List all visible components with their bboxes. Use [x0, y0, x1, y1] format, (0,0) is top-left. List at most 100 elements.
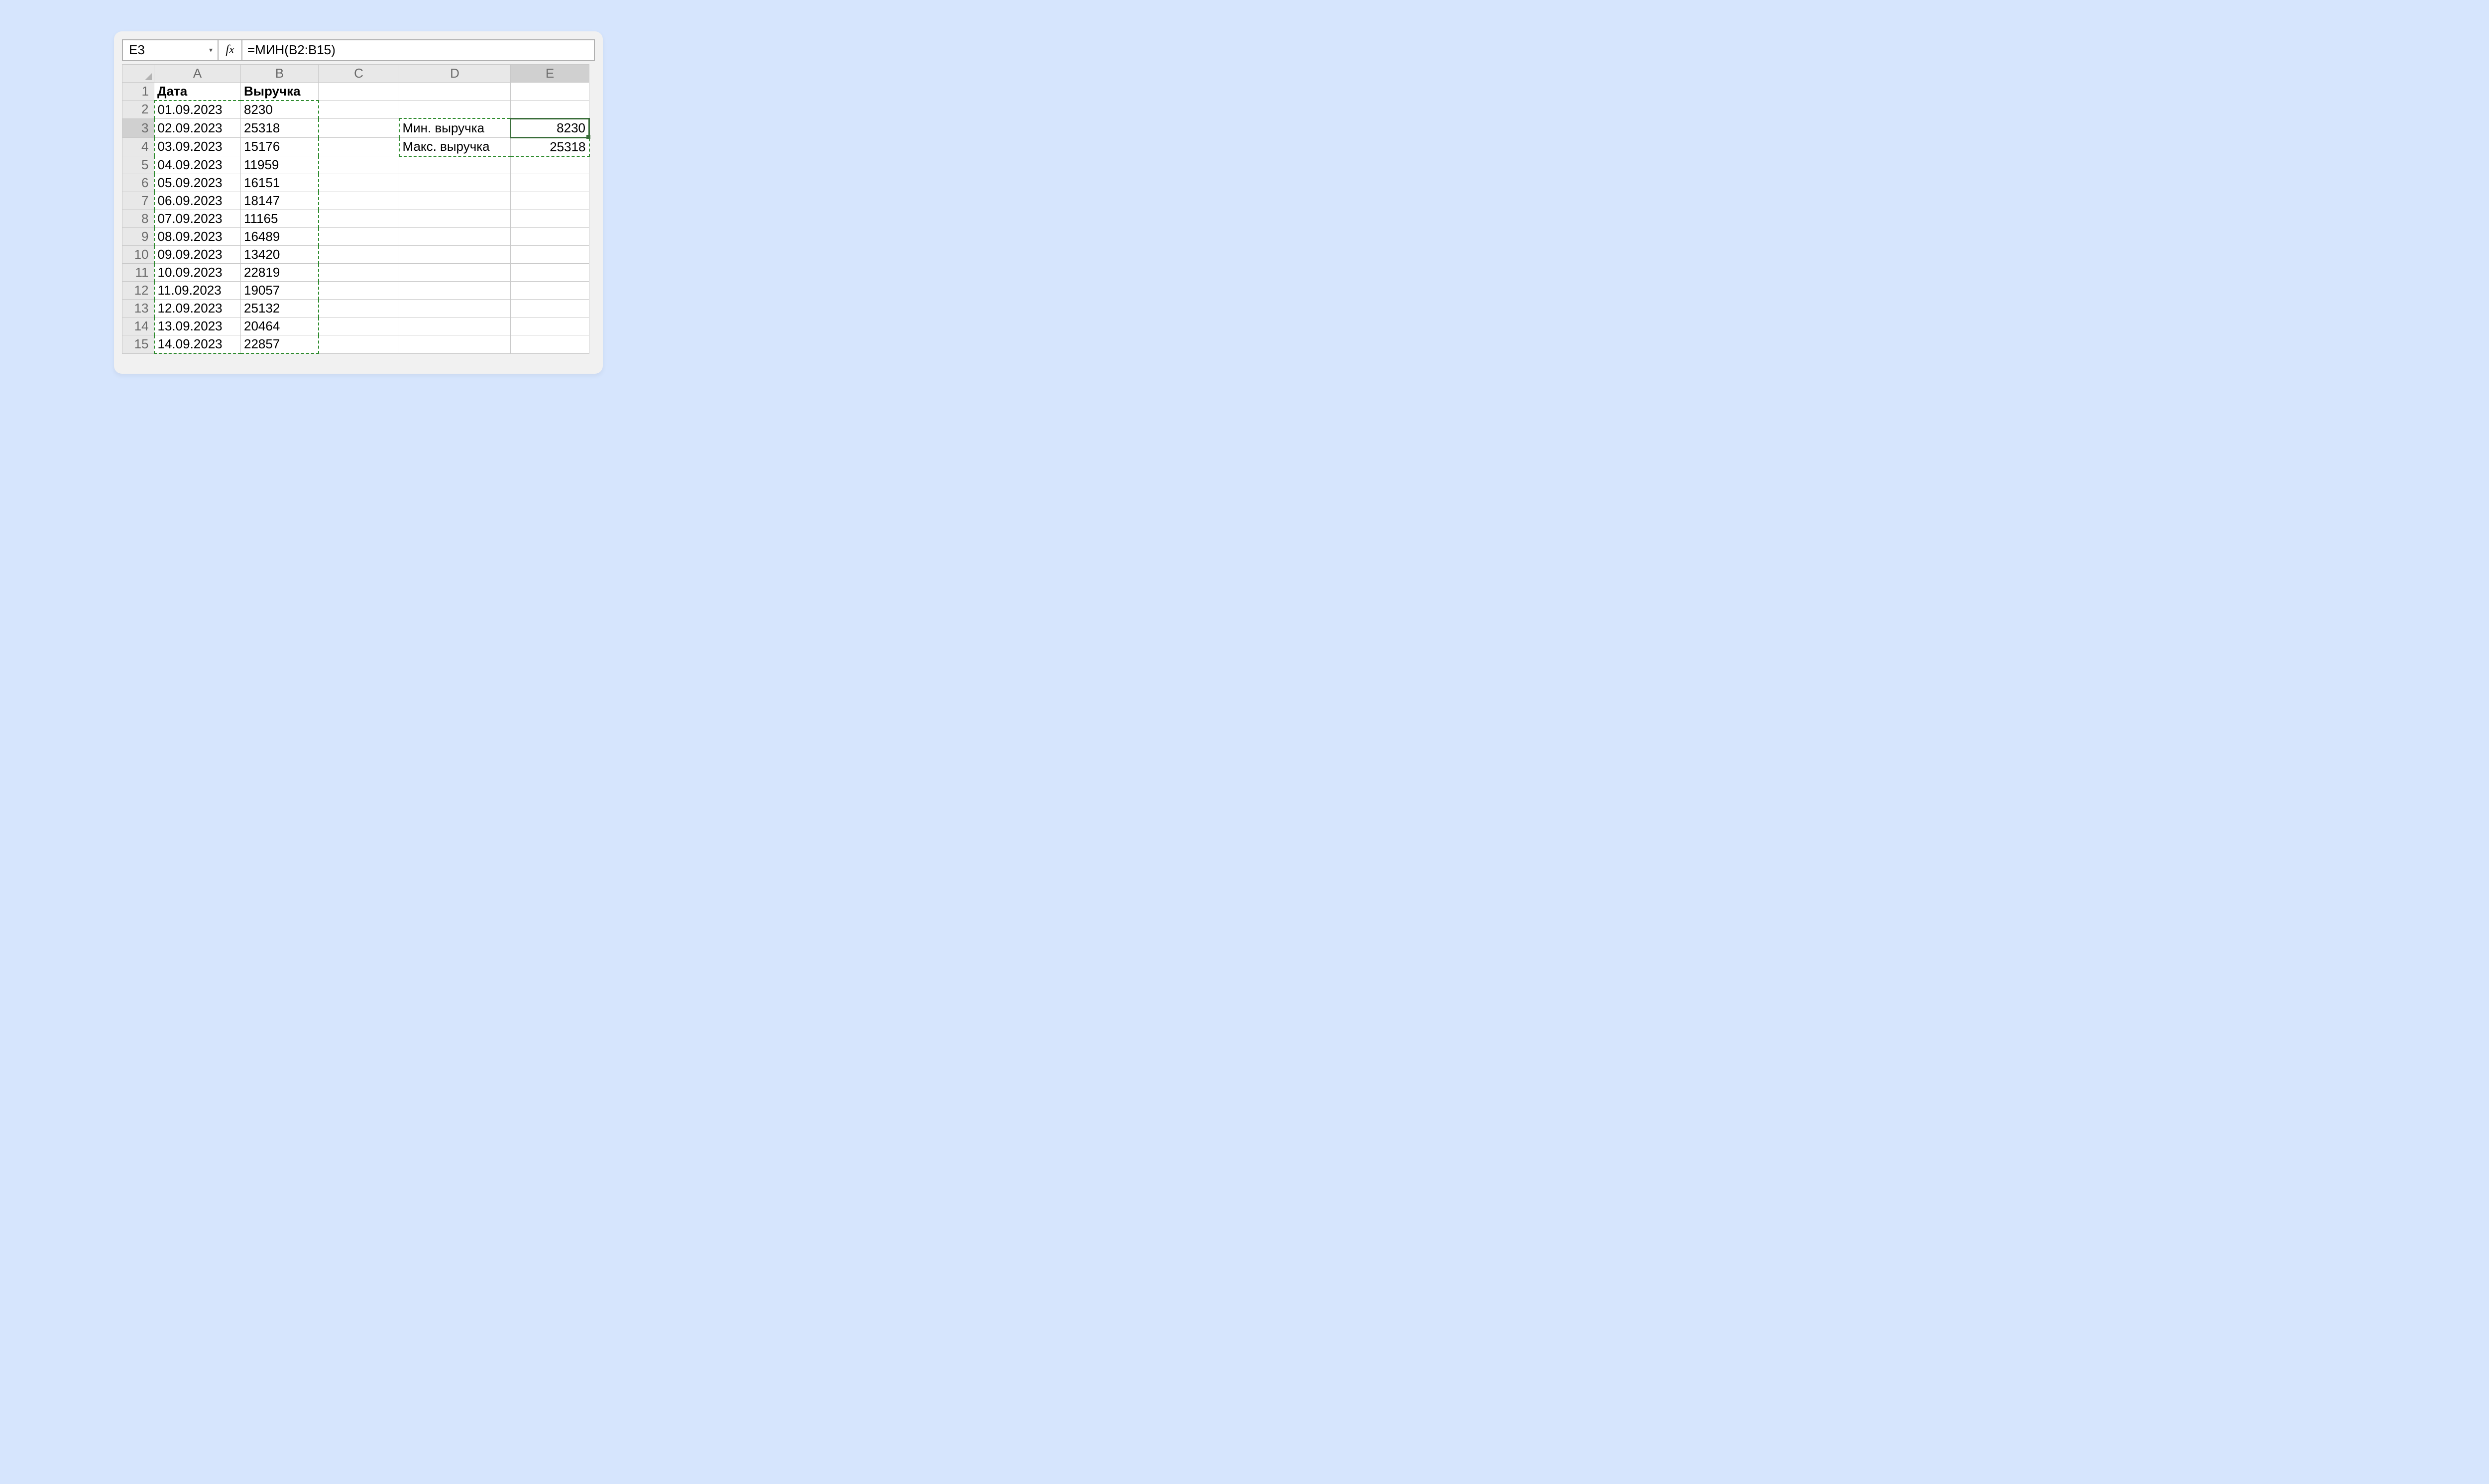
cell-E15[interactable]: [511, 335, 589, 354]
cell-C15[interactable]: [319, 335, 399, 354]
cell-A3[interactable]: 02.09.2023: [154, 118, 241, 137]
cell-A6[interactable]: 05.09.2023: [154, 174, 241, 192]
row-header-7[interactable]: 7: [122, 192, 154, 210]
cell-B12[interactable]: 19057: [241, 282, 319, 300]
fx-icon[interactable]: fx: [219, 40, 242, 60]
cell-E8[interactable]: [511, 210, 589, 228]
cell-B15[interactable]: 22857: [241, 335, 319, 354]
cell-B7[interactable]: 18147: [241, 192, 319, 210]
col-header-B[interactable]: B: [241, 64, 319, 82]
row-header-14[interactable]: 14: [122, 318, 154, 335]
cell-D15[interactable]: [399, 335, 511, 354]
row-header-11[interactable]: 11: [122, 264, 154, 282]
cell-C9[interactable]: [319, 228, 399, 246]
row-header-3[interactable]: 3: [122, 118, 154, 137]
col-header-D[interactable]: D: [399, 64, 511, 82]
cell-C3[interactable]: [319, 118, 399, 137]
cell-B11[interactable]: 22819: [241, 264, 319, 282]
cell-B3[interactable]: 25318: [241, 118, 319, 137]
cell-A2[interactable]: 01.09.2023: [154, 101, 241, 119]
cell-D5[interactable]: [399, 156, 511, 174]
row-header-1[interactable]: 1: [122, 82, 154, 101]
cell-C2[interactable]: [319, 101, 399, 119]
row-header-4[interactable]: 4: [122, 137, 154, 156]
row-header-15[interactable]: 15: [122, 335, 154, 354]
cell-E14[interactable]: [511, 318, 589, 335]
cell-B14[interactable]: 20464: [241, 318, 319, 335]
cell-A8[interactable]: 07.09.2023: [154, 210, 241, 228]
cell-A9[interactable]: 08.09.2023: [154, 228, 241, 246]
cell-B9[interactable]: 16489: [241, 228, 319, 246]
cell-E1[interactable]: [511, 82, 589, 101]
cell-C11[interactable]: [319, 264, 399, 282]
cell-A5[interactable]: 04.09.2023: [154, 156, 241, 174]
cell-A4[interactable]: 03.09.2023: [154, 137, 241, 156]
cell-E3[interactable]: 8230: [511, 118, 589, 137]
cell-C7[interactable]: [319, 192, 399, 210]
cell-D6[interactable]: [399, 174, 511, 192]
cell-A7[interactable]: 06.09.2023: [154, 192, 241, 210]
row-header-12[interactable]: 12: [122, 282, 154, 300]
row-header-8[interactable]: 8: [122, 210, 154, 228]
cell-D11[interactable]: [399, 264, 511, 282]
row-header-10[interactable]: 10: [122, 246, 154, 264]
cell-E7[interactable]: [511, 192, 589, 210]
cell-C14[interactable]: [319, 318, 399, 335]
cell-B2[interactable]: 8230: [241, 101, 319, 119]
cell-C5[interactable]: [319, 156, 399, 174]
cell-B5[interactable]: 11959: [241, 156, 319, 174]
cell-A15[interactable]: 14.09.2023: [154, 335, 241, 354]
cell-A11[interactable]: 10.09.2023: [154, 264, 241, 282]
cell-C6[interactable]: [319, 174, 399, 192]
cell-D7[interactable]: [399, 192, 511, 210]
cell-D9[interactable]: [399, 228, 511, 246]
chevron-down-icon[interactable]: ▾: [209, 46, 213, 54]
cell-D3[interactable]: Мин. выручка: [399, 118, 511, 137]
cell-D12[interactable]: [399, 282, 511, 300]
cell-A1[interactable]: Дата: [154, 82, 241, 101]
cell-D8[interactable]: [399, 210, 511, 228]
cell-D10[interactable]: [399, 246, 511, 264]
cell-D4[interactable]: Макс. выручка: [399, 137, 511, 156]
row-header-5[interactable]: 5: [122, 156, 154, 174]
cell-E11[interactable]: [511, 264, 589, 282]
name-box[interactable]: E3 ▾: [123, 40, 219, 60]
col-header-A[interactable]: A: [154, 64, 241, 82]
row-header-13[interactable]: 13: [122, 300, 154, 318]
row-header-2[interactable]: 2: [122, 101, 154, 119]
cell-B1[interactable]: Выручка: [241, 82, 319, 101]
cell-B10[interactable]: 13420: [241, 246, 319, 264]
cell-B4[interactable]: 15176: [241, 137, 319, 156]
cell-E9[interactable]: [511, 228, 589, 246]
cell-E2[interactable]: [511, 101, 589, 119]
col-header-E[interactable]: E: [511, 64, 589, 82]
cell-E6[interactable]: [511, 174, 589, 192]
row-header-6[interactable]: 6: [122, 174, 154, 192]
row-header-9[interactable]: 9: [122, 228, 154, 246]
cell-E5[interactable]: [511, 156, 589, 174]
cell-B6[interactable]: 16151: [241, 174, 319, 192]
cell-C4[interactable]: [319, 137, 399, 156]
cell-C10[interactable]: [319, 246, 399, 264]
cell-A13[interactable]: 12.09.2023: [154, 300, 241, 318]
cell-D2[interactable]: [399, 101, 511, 119]
cell-C8[interactable]: [319, 210, 399, 228]
cell-E4[interactable]: 25318: [511, 137, 589, 156]
cell-A10[interactable]: 09.09.2023: [154, 246, 241, 264]
cell-B13[interactable]: 25132: [241, 300, 319, 318]
cell-B8[interactable]: 11165: [241, 210, 319, 228]
cell-C12[interactable]: [319, 282, 399, 300]
col-header-C[interactable]: C: [319, 64, 399, 82]
cell-A12[interactable]: 11.09.2023: [154, 282, 241, 300]
cell-C13[interactable]: [319, 300, 399, 318]
formula-input[interactable]: =МИН(B2:B15): [242, 40, 594, 60]
select-all-corner[interactable]: [122, 64, 154, 82]
cell-D13[interactable]: [399, 300, 511, 318]
cell-D1[interactable]: [399, 82, 511, 101]
cell-C1[interactable]: [319, 82, 399, 101]
cell-D14[interactable]: [399, 318, 511, 335]
cell-E12[interactable]: [511, 282, 589, 300]
grid[interactable]: A B C D E 1 Дата Выручка 2 01.09.2023 82…: [122, 64, 590, 354]
cell-A14[interactable]: 13.09.2023: [154, 318, 241, 335]
cell-E13[interactable]: [511, 300, 589, 318]
